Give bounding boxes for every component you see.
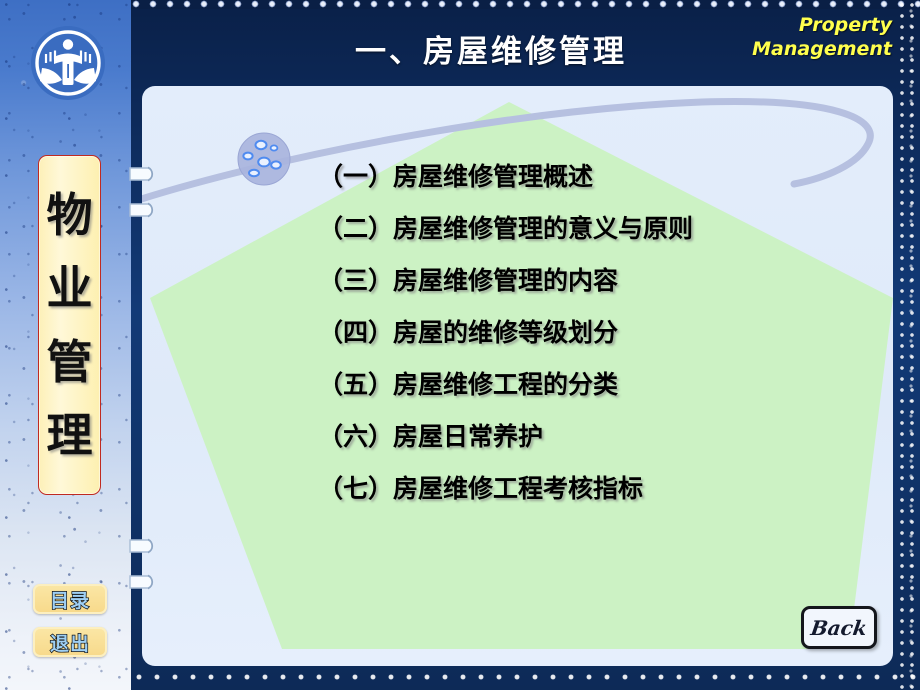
page-title: 一、房屋维修管理 — [355, 34, 627, 70]
brand-line-1: Property — [798, 14, 892, 36]
exit-button-label: 退出 — [49, 632, 90, 655]
plaque-char-3: 管 — [46, 334, 93, 389]
contents-button[interactable]: 目录 — [33, 584, 107, 614]
vertical-title-plaque: 物 业 管 理 — [38, 155, 101, 495]
list-item[interactable]: （四）房屋的维修等级划分 — [318, 320, 878, 345]
list-item[interactable]: （六）房屋日常养护 — [318, 424, 878, 449]
plaque-char-2: 业 — [46, 261, 93, 316]
plaque-char-4: 理 — [46, 408, 93, 463]
university-emblem-icon — [31, 26, 105, 100]
binding-ring — [129, 538, 154, 554]
list-item[interactable]: （五）房屋维修工程的分类 — [318, 372, 878, 397]
list-item[interactable]: （二）房屋维修管理的意义与原则 — [318, 216, 878, 241]
plaque-char-1: 物 — [46, 187, 93, 242]
list-item[interactable]: （一）房屋维修管理概述 — [318, 164, 878, 189]
binding-ring — [129, 574, 154, 590]
decorative-sphere-icon — [237, 132, 291, 186]
binding-ring — [129, 166, 154, 182]
binding-ring — [129, 202, 154, 218]
contents-list: （一）房屋维修管理概述 （二）房屋维修管理的意义与原则 （三）房屋维修管理的内容… — [318, 164, 878, 528]
list-item[interactable]: （三）房屋维修管理的内容 — [318, 268, 878, 293]
contents-button-label: 目录 — [49, 589, 90, 612]
back-button-label: Back — [809, 615, 869, 640]
list-item[interactable]: （七）房屋维修工程考核指标 — [318, 476, 878, 501]
right-patterned-border — [897, 0, 920, 690]
content-panel: （一）房屋维修管理概述 （二）房屋维修管理的意义与原则 （三）房屋维修管理的内容… — [142, 86, 893, 666]
bottom-patterned-border — [131, 668, 920, 690]
left-sidebar: 物 业 管 理 目录 退出 — [0, 0, 131, 690]
brand-label: Property Management — [752, 13, 892, 61]
slide-stage: 一、房屋维修管理 Property Management （一）房屋维修管理概述… — [131, 0, 920, 690]
top-beaded-border — [131, 0, 920, 9]
brand-line-2: Management — [752, 38, 892, 60]
exit-button[interactable]: 退出 — [33, 627, 107, 657]
back-button[interactable]: Back — [801, 606, 877, 649]
presentation-slide: 物 业 管 理 目录 退出 一、房屋维修管理 Property Manageme… — [0, 0, 920, 690]
